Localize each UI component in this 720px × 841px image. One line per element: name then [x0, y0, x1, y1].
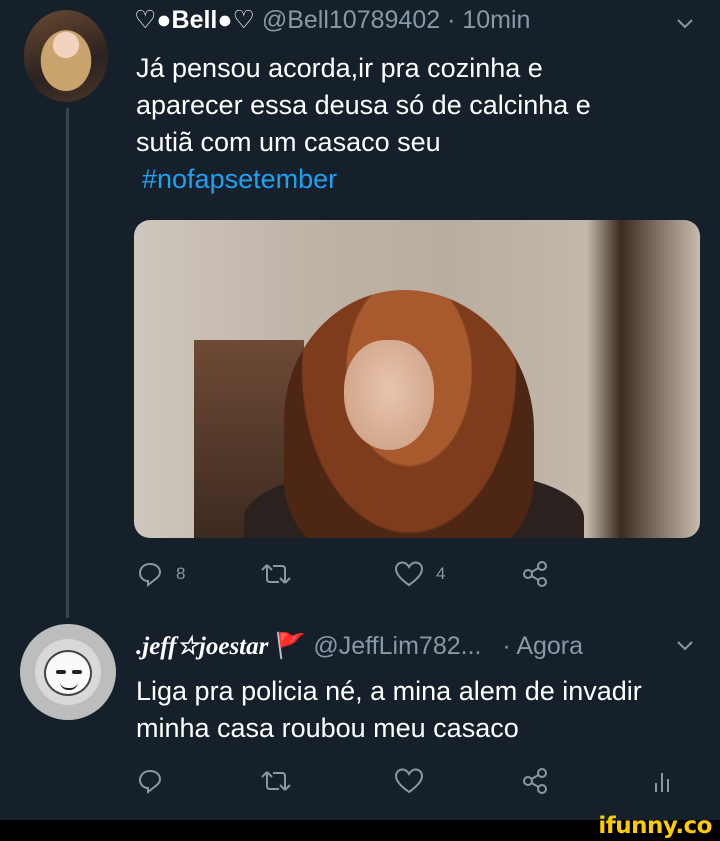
handle[interactable]: @Bell10789402: [262, 6, 440, 34]
share-icon: [523, 561, 547, 587]
chevron-down-icon[interactable]: [676, 18, 694, 30]
tweet-text: Liga pra policia né, a mina alem de inva…: [136, 673, 642, 747]
handle[interactable]: @JeffLim782...: [313, 632, 481, 660]
tweet-text-line: Já pensou acorda,ir pra cozinha e: [136, 53, 543, 83]
avatar[interactable]: [20, 624, 116, 720]
tweet-actions: [136, 764, 696, 798]
retweet-icon: [261, 771, 291, 791]
display-name[interactable]: ♡●Bell●♡: [134, 6, 255, 34]
analytics-icon: [655, 773, 669, 792]
tweet-actions: 8 4: [136, 557, 696, 591]
separator: ·: [447, 6, 456, 34]
tweet-text-line: sutiã com um casaco seu: [136, 127, 441, 157]
tweet-text-line: minha casa roubou meu casaco: [136, 713, 519, 743]
analytics-button[interactable]: [652, 764, 672, 798]
tweet-text-line: Liga pra policia né, a mina alem de inva…: [136, 676, 642, 706]
like-icon: [394, 768, 424, 794]
retweet-button[interactable]: [260, 764, 292, 798]
separator: ·: [502, 632, 511, 660]
tweet-photo[interactable]: [134, 220, 700, 538]
hashtag-link[interactable]: #nofapsetember: [142, 164, 337, 194]
reply-icon: [138, 562, 162, 588]
tweet-header: ♡●Bell●♡ @Bell10789402 · 10min: [134, 4, 530, 36]
reply-count: 8: [176, 564, 186, 583]
timestamp[interactable]: Agora: [516, 632, 583, 660]
display-name[interactable]: .jeff☆joestar: [136, 633, 268, 660]
avatar[interactable]: [24, 10, 108, 102]
flag-emoji: 🚩: [275, 632, 307, 660]
reply-icon: [138, 769, 162, 795]
share-icon: [523, 768, 547, 794]
chevron-down-icon[interactable]: [676, 640, 694, 652]
ifunny-watermark: ifunny.co: [598, 813, 712, 839]
like-count: 4: [436, 564, 446, 583]
timestamp[interactable]: 10min: [462, 6, 530, 34]
like-button[interactable]: 4: [394, 557, 445, 591]
retweet-button[interactable]: [260, 557, 292, 591]
reply-button[interactable]: [136, 764, 164, 798]
tweet-header: .jeff☆joestar 🚩 @JeffLim782... · Agora: [136, 630, 583, 663]
retweet-icon: [261, 564, 291, 584]
thread-connector: [66, 108, 69, 618]
tweet-text-line: aparecer essa deusa só de calcinha e: [136, 90, 591, 120]
tweet-text: Já pensou acorda,ir pra cozinha e aparec…: [136, 50, 591, 198]
reply-button[interactable]: 8: [136, 557, 185, 591]
like-button[interactable]: [394, 764, 424, 798]
like-icon: [394, 561, 424, 587]
timeline: ♡●Bell●♡ @Bell10789402 · 10min Já pensou…: [0, 0, 720, 820]
share-button[interactable]: [520, 557, 550, 591]
share-button[interactable]: [520, 764, 550, 798]
